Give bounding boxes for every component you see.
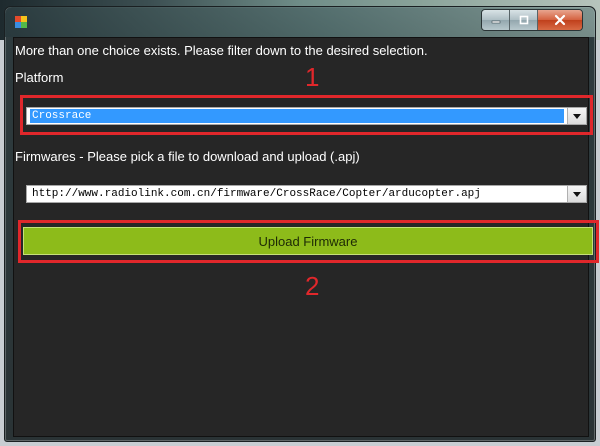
window-controls (481, 9, 583, 31)
firmware-dropdown-toggle[interactable] (567, 186, 586, 202)
instruction-message: More than one choice exists. Please filt… (15, 43, 428, 58)
app-icon (15, 16, 27, 28)
annotation-step-2: 2 (305, 271, 320, 301)
annotation-step-1: 1 (305, 62, 320, 92)
platform-label: Platform (15, 70, 64, 85)
maximize-icon (519, 15, 528, 25)
platform-dropdown-toggle[interactable] (567, 108, 586, 124)
close-icon (554, 14, 566, 26)
maximize-button[interactable] (510, 10, 538, 30)
firmwares-label: Firmwares - Please pick a file to downlo… (15, 149, 360, 164)
upload-firmware-button[interactable]: Upload Firmware (23, 227, 593, 255)
minimize-button[interactable] (482, 10, 510, 30)
firmware-dropdown[interactable]: http://www.radiolink.com.cn/firmware/Cro… (26, 185, 587, 203)
title-bar[interactable] (5, 7, 595, 37)
platform-dropdown[interactable]: Crossrace (26, 107, 587, 125)
platform-selected-value: Crossrace (30, 109, 564, 123)
chevron-down-icon (573, 113, 581, 119)
close-button[interactable] (538, 10, 582, 30)
firmware-selected-value: http://www.radiolink.com.cn/firmware/Cro… (32, 188, 481, 200)
chevron-down-icon (573, 191, 581, 197)
minimize-icon (491, 20, 500, 24)
